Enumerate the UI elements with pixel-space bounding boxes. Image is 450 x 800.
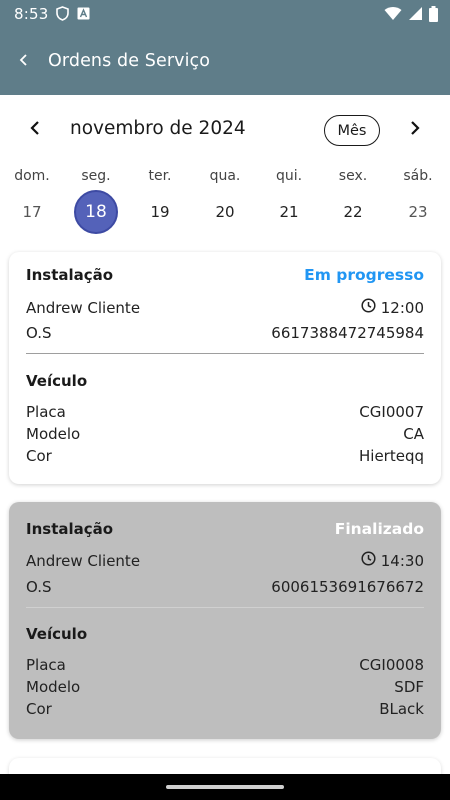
signal-icon bbox=[408, 6, 423, 21]
order-card[interactable]: Instalação Em progresso Andrew Cliente 1… bbox=[9, 252, 441, 484]
previous-week-button[interactable] bbox=[20, 115, 50, 145]
plate-label: Placa bbox=[26, 656, 66, 674]
day-monday[interactable]: seg. 18 bbox=[64, 165, 128, 235]
model-label: Modelo bbox=[26, 678, 81, 696]
clock-icon bbox=[361, 298, 376, 317]
month-view-button[interactable]: Mês bbox=[324, 115, 380, 146]
day-name: qua. bbox=[209, 168, 241, 184]
shield-icon bbox=[56, 6, 70, 21]
app-bar: Ordens de Serviço bbox=[0, 27, 450, 95]
page-title: Ordens de Serviço bbox=[48, 51, 211, 71]
order-time: 14:30 bbox=[380, 551, 424, 570]
status-time: 8:53 bbox=[14, 4, 49, 23]
clock-icon bbox=[361, 551, 376, 570]
vehicle-title: Veículo bbox=[26, 625, 88, 643]
day-wednesday[interactable]: qua. 20 bbox=[193, 165, 257, 235]
color-value: BLack bbox=[379, 700, 424, 718]
system-navigation-bar bbox=[0, 774, 450, 800]
day-friday[interactable]: sex. 22 bbox=[321, 165, 385, 235]
status-badge: Finalizado bbox=[334, 520, 424, 538]
day-number: 22 bbox=[343, 203, 363, 221]
selected-day-number: 18 bbox=[74, 190, 118, 234]
day-number: 19 bbox=[150, 203, 170, 221]
day-sunday[interactable]: dom. 17 bbox=[0, 165, 64, 235]
chevron-left-icon bbox=[29, 120, 41, 140]
day-saturday[interactable]: sáb. 23 bbox=[386, 165, 450, 235]
order-type: Instalação bbox=[26, 266, 114, 284]
wifi-icon bbox=[384, 6, 402, 21]
order-card[interactable]: Instalação Finalizado Andrew Cliente 14:… bbox=[9, 502, 441, 739]
model-value: CA bbox=[403, 425, 424, 443]
plate-value: CGI0007 bbox=[359, 403, 424, 421]
os-label: O.S bbox=[26, 578, 52, 596]
os-label: O.S bbox=[26, 324, 52, 342]
plate-label: Placa bbox=[26, 403, 66, 421]
day-name: ter. bbox=[148, 168, 172, 184]
day-number: 21 bbox=[279, 203, 299, 221]
color-value: Hierteqq bbox=[359, 447, 424, 465]
next-week-button[interactable] bbox=[400, 115, 430, 145]
month-navigation: novembro de 2024 Mês bbox=[0, 110, 450, 150]
day-number: 23 bbox=[408, 203, 428, 221]
vehicle-title: Veículo bbox=[26, 372, 88, 390]
chevron-right-icon bbox=[409, 120, 421, 140]
notification-a-icon bbox=[77, 7, 90, 20]
battery-icon bbox=[429, 5, 438, 22]
status-badge: Em progresso bbox=[304, 266, 424, 284]
day-thursday[interactable]: qui. 21 bbox=[257, 165, 321, 235]
model-label: Modelo bbox=[26, 425, 81, 443]
divider bbox=[26, 607, 424, 608]
status-bar: 8:53 bbox=[0, 0, 450, 27]
color-label: Cor bbox=[26, 447, 52, 465]
month-label: novembro de 2024 bbox=[70, 118, 246, 139]
day-name: qui. bbox=[275, 168, 303, 184]
order-time: 12:00 bbox=[380, 298, 424, 317]
home-gesture-handle[interactable] bbox=[166, 785, 284, 789]
client-name: Andrew Cliente bbox=[26, 298, 141, 317]
day-number: 17 bbox=[22, 203, 42, 221]
week-strip: dom. 17 seg. 18 ter. 19 qua. 20 qui. 21 … bbox=[0, 165, 450, 235]
order-type: Instalação bbox=[26, 520, 114, 538]
chevron-left-icon bbox=[19, 52, 29, 71]
day-name: sex. bbox=[338, 168, 368, 184]
os-number: 6006153691676672 bbox=[271, 578, 424, 596]
day-number: 20 bbox=[215, 203, 235, 221]
client-name: Andrew Cliente bbox=[26, 551, 141, 570]
plate-value: CGI0008 bbox=[359, 656, 424, 674]
color-label: Cor bbox=[26, 700, 52, 718]
os-number: 6617388472745984 bbox=[271, 324, 424, 342]
day-name: sáb. bbox=[403, 168, 433, 184]
day-tuesday[interactable]: ter. 19 bbox=[128, 165, 192, 235]
day-name: dom. bbox=[14, 168, 50, 184]
back-button[interactable] bbox=[0, 37, 48, 85]
divider bbox=[26, 353, 424, 354]
day-name: seg. bbox=[81, 168, 111, 184]
model-value: SDF bbox=[394, 678, 424, 696]
